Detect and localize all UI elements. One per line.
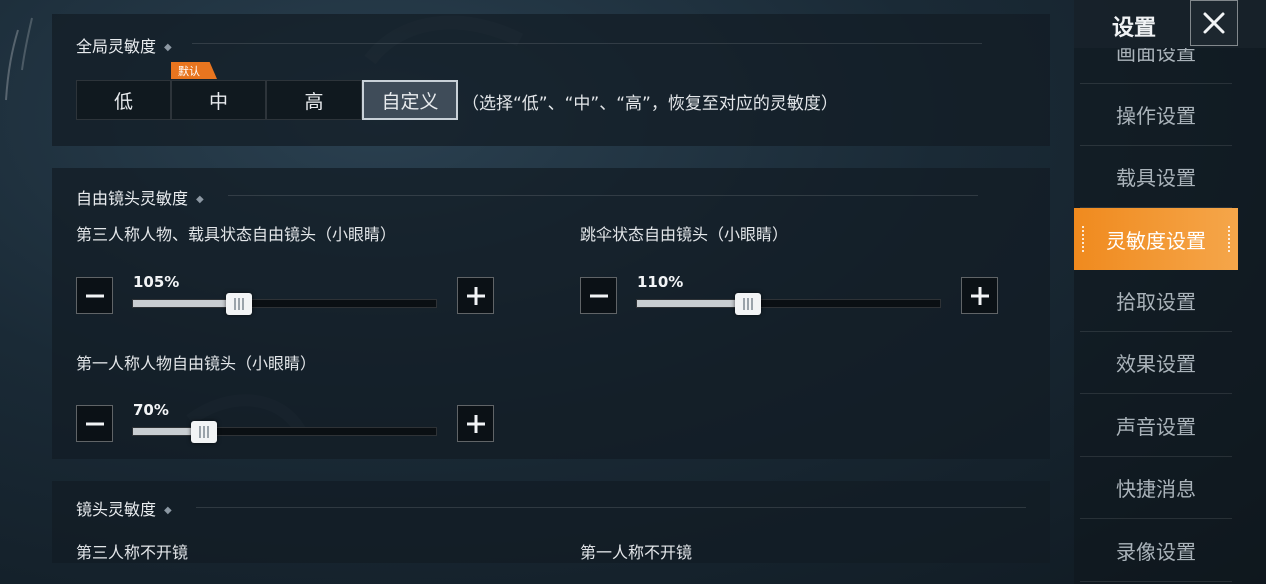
- divider: [196, 507, 1026, 508]
- camera-sensitivity-title: 镜头灵敏度 ◆: [76, 500, 172, 519]
- close-button[interactable]: [1190, 0, 1238, 46]
- minus-icon: [85, 422, 104, 425]
- slider-thumb-parachute[interactable]: [735, 293, 762, 315]
- decrease-button-third-person[interactable]: [76, 277, 113, 314]
- slider-label-first-person: 第一人称人物自由镜头（小眼睛）: [76, 354, 317, 373]
- settings-sidebar: 画面设置 操作设置 载具设置 灵敏度设置 拾取设置 效果设置 声音设置 快捷消息 录像设置 设置: [1074, 0, 1266, 584]
- sidebar-item-quick-message[interactable]: 快捷消息: [1080, 457, 1232, 519]
- slider-value-parachute: 110%: [637, 273, 684, 291]
- slider-label-parachute: 跳伞状态自由镜头（小眼睛）: [580, 225, 789, 244]
- slider-value-third-person: 105%: [133, 273, 180, 291]
- slider-track-third-person[interactable]: [132, 293, 437, 315]
- sidebar-item-display[interactable]: 画面设置: [1080, 48, 1232, 84]
- free-camera-panel: 自由镜头灵敏度 ◆: [52, 168, 1050, 459]
- sidebar-item-recording[interactable]: 录像设置: [1080, 520, 1232, 582]
- global-sensitivity-title: 全局灵敏度 ◆: [76, 37, 172, 56]
- default-badge: 默认: [171, 62, 217, 79]
- plus-icon: [466, 286, 485, 305]
- sidebar-item-audio[interactable]: 声音设置: [1080, 395, 1232, 457]
- slider-thumb-third-person[interactable]: [226, 293, 253, 315]
- close-icon: [1203, 12, 1225, 34]
- first-person-no-scope-label: 第一人称不开镜: [580, 543, 693, 562]
- divider: [228, 195, 978, 196]
- diamond-icon: ◆: [164, 42, 172, 53]
- sidebar-item-sensitivity[interactable]: 灵敏度设置: [1074, 208, 1238, 270]
- minus-icon: [85, 294, 104, 297]
- plus-icon: [466, 414, 485, 433]
- preset-high-button[interactable]: 高: [266, 80, 362, 120]
- increase-button-parachute[interactable]: [961, 277, 998, 314]
- diamond-icon: ◆: [164, 505, 172, 516]
- third-person-no-scope-label: 第三人称不开镜: [76, 543, 189, 562]
- minus-icon: [589, 294, 608, 297]
- increase-button-third-person[interactable]: [457, 277, 494, 314]
- sidebar-item-control[interactable]: 操作设置: [1080, 84, 1232, 146]
- decrease-button-parachute[interactable]: [580, 277, 617, 314]
- slider-track-first-person[interactable]: [132, 421, 437, 443]
- preset-note: （选择“低”、“中”、“高”，恢复至对应的灵敏度）: [462, 94, 838, 114]
- slider-track-parachute[interactable]: [636, 293, 941, 315]
- sidebar-item-vehicle[interactable]: 载具设置: [1080, 146, 1232, 208]
- preset-custom-button[interactable]: 自定义: [362, 80, 458, 120]
- decrease-button-first-person[interactable]: [76, 405, 113, 442]
- diamond-icon: ◆: [196, 194, 204, 205]
- sidebar-item-pickup[interactable]: 拾取设置: [1080, 270, 1232, 332]
- slider-label-third-person: 第三人称人物、载具状态自由镜头（小眼睛）: [76, 225, 397, 244]
- free-camera-title: 自由镜头灵敏度 ◆: [76, 189, 204, 208]
- sidebar-header: 设置: [1074, 0, 1266, 48]
- increase-button-first-person[interactable]: [457, 405, 494, 442]
- preset-low-button[interactable]: 低: [76, 80, 171, 120]
- divider: [192, 43, 982, 44]
- plus-icon: [970, 286, 989, 305]
- slider-fill: [133, 300, 240, 307]
- slider-value-first-person: 70%: [133, 401, 169, 419]
- settings-title: 设置: [1112, 16, 1157, 41]
- preset-medium-button[interactable]: 中: [171, 80, 266, 120]
- camera-sensitivity-panel: 镜头灵敏度 ◆: [52, 481, 1050, 563]
- slider-thumb-first-person[interactable]: [190, 421, 217, 443]
- slider-fill: [637, 300, 749, 307]
- sidebar-item-effects[interactable]: 效果设置: [1080, 332, 1232, 394]
